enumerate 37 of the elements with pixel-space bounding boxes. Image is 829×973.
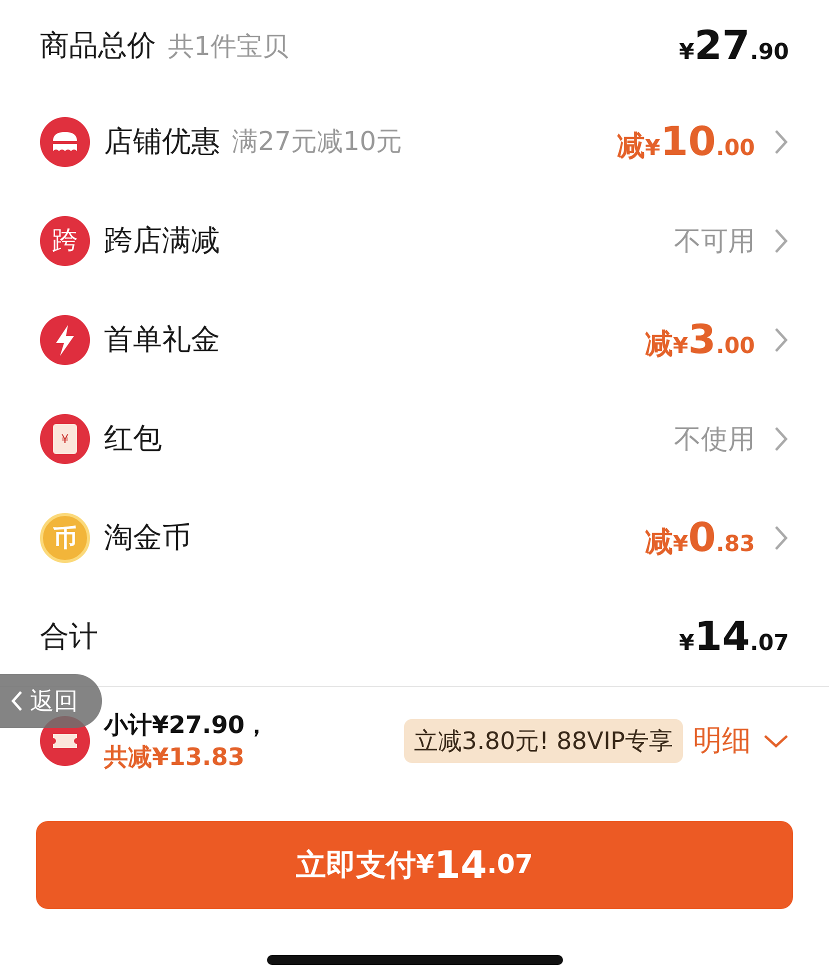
discount-row[interactable]: 店铺优惠 满27元减10元 减¥10.00 (40, 92, 789, 191)
discount-row[interactable]: 跨 跨店满减 不可用 (40, 191, 789, 290)
total-price-label: 商品总价 (40, 27, 156, 64)
discount-amount: 减¥0.83 (644, 514, 755, 560)
discount-label: 店铺优惠 (104, 122, 220, 160)
lightning-icon (40, 314, 90, 364)
envelope-icon: ¥ (40, 414, 90, 464)
chevron-left-icon (10, 689, 24, 713)
discount-amount: 减¥10.00 (617, 118, 755, 164)
chevron-right-icon (773, 424, 789, 452)
chevron-right-icon (773, 128, 789, 156)
chevron-right-icon (773, 524, 789, 552)
discount-status: 不使用 (674, 422, 755, 456)
grand-total: ¥14.07 (679, 614, 789, 660)
grand-total-label: 合计 (40, 618, 98, 654)
discount-label: 跨店满减 (104, 222, 220, 258)
chevron-right-icon (773, 326, 789, 354)
cross-store-icon: 跨 (40, 216, 90, 266)
discount-row[interactable]: ¥ 红包 不使用 (40, 389, 789, 488)
subtotal-text: 小计¥27.90， (104, 710, 269, 741)
chevron-right-icon (773, 226, 789, 254)
vip-discount-badge: 立减3.80元! 88VIP专享 (404, 719, 683, 763)
coin-icon: 币 (40, 512, 90, 562)
shop-icon (40, 116, 90, 166)
discount-label: 淘金币 (104, 518, 191, 556)
discount-label: 首单礼金 (104, 320, 220, 358)
discount-condition: 满27元减10元 (232, 126, 402, 159)
discount-row[interactable]: 币 淘金币 减¥0.83 (40, 488, 789, 587)
discount-amount: 减¥3.00 (644, 316, 755, 362)
chevron-down-icon[interactable] (763, 733, 789, 749)
discount-row[interactable]: 首单礼金 减¥3.00 (40, 290, 789, 389)
total-price: ¥27.90 (679, 23, 789, 69)
saved-amount: 共减¥13.83 (104, 742, 246, 773)
discount-label: 红包 (104, 420, 162, 456)
discount-status: 不可用 (674, 224, 755, 258)
item-count: 共1件宝贝 (168, 30, 289, 64)
back-button[interactable]: 返回 (0, 674, 102, 728)
